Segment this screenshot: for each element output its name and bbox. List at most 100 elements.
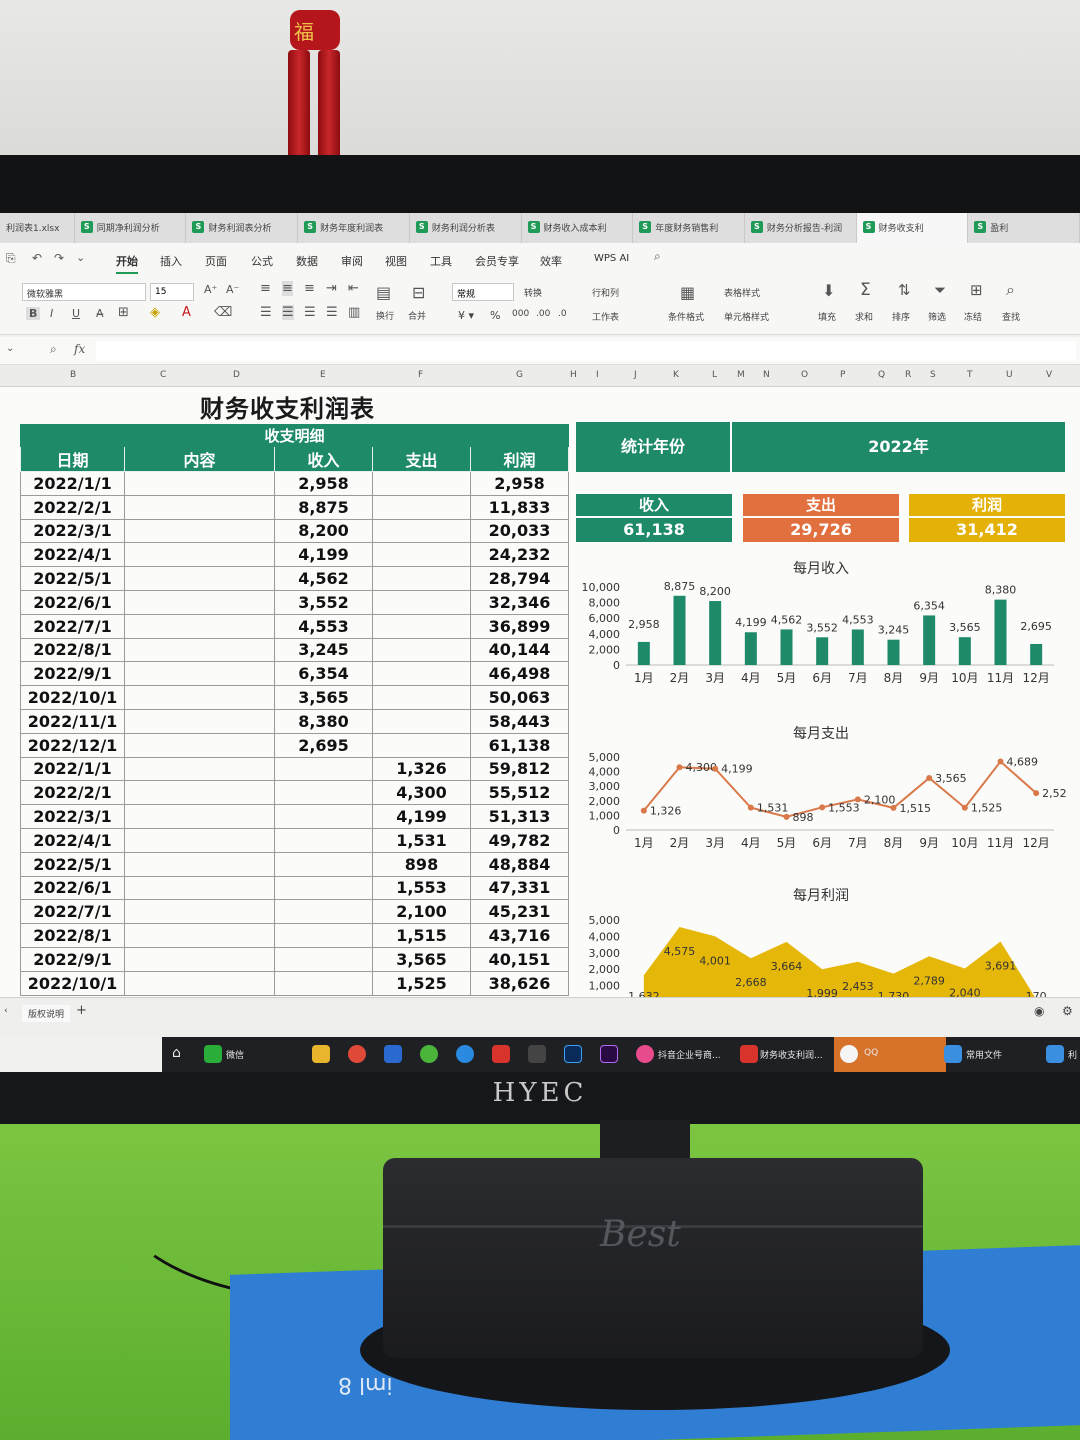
table-cell[interactable]: [274, 946, 373, 972]
table-cell[interactable]: 43,716: [470, 923, 569, 948]
filter-button[interactable]: 筛选: [928, 310, 946, 323]
table-cell[interactable]: 45,231: [470, 899, 569, 925]
row-col-button[interactable]: 行和列: [592, 286, 619, 299]
start-icon[interactable]: ⌂: [172, 1045, 181, 1061]
table-cell[interactable]: 2022/11/1: [20, 708, 125, 734]
table-cell[interactable]: 28,794: [470, 566, 569, 591]
douyin-icon[interactable]: [636, 1045, 654, 1063]
workbook-tab[interactable]: S 财务收入成本利: [522, 213, 634, 243]
table-cell[interactable]: 46,498: [470, 661, 569, 687]
table-cell[interactable]: 32,346: [470, 589, 569, 615]
sort-icon[interactable]: ⇅: [898, 281, 911, 299]
table-cell[interactable]: 3,565: [274, 685, 373, 710]
column-header[interactable]: K: [673, 370, 679, 380]
formula-input[interactable]: [96, 341, 1076, 361]
column-header[interactable]: G: [516, 370, 523, 380]
taskbar-douyin[interactable]: 抖音企业号商...: [658, 1048, 721, 1061]
find-button[interactable]: 查找: [1002, 310, 1020, 323]
table-cell[interactable]: 1,525: [372, 970, 471, 996]
eraser-icon[interactable]: ⌫: [214, 305, 232, 320]
photoshop-icon[interactable]: [564, 1045, 582, 1063]
taskbar-app[interactable]: 利: [1068, 1048, 1077, 1061]
table-cell[interactable]: [372, 708, 471, 734]
table-cell[interactable]: 59,812: [470, 756, 569, 782]
chrome-icon[interactable]: [348, 1045, 366, 1063]
table-cell[interactable]: 2,695: [274, 732, 373, 758]
browser-icon[interactable]: [420, 1045, 438, 1063]
column-header[interactable]: H: [570, 370, 577, 380]
table-cell[interactable]: [124, 613, 275, 639]
menu-formula[interactable]: 公式: [251, 253, 273, 269]
table-cell[interactable]: 2022/8/1: [20, 637, 125, 663]
strike-icon[interactable]: A̶: [96, 307, 104, 320]
table-cell[interactable]: [124, 780, 275, 806]
table-cell[interactable]: 2022/7/1: [20, 899, 125, 925]
align-middle-icon[interactable]: ≡: [282, 281, 293, 296]
table-cell[interactable]: 55,512: [470, 780, 569, 806]
taskbar-files[interactable]: 常用文件: [966, 1048, 1002, 1061]
menu-data[interactable]: 数据: [296, 253, 318, 269]
table-cell[interactable]: [124, 589, 275, 615]
table-cell[interactable]: [274, 875, 373, 901]
percent-icon[interactable]: %: [490, 309, 500, 322]
taskbar-qq-active[interactable]: QQ: [834, 1037, 946, 1072]
table-cell[interactable]: [124, 661, 275, 687]
table-cell[interactable]: [274, 780, 373, 806]
font-shrink-icon[interactable]: A⁻: [226, 283, 239, 296]
column-header[interactable]: L: [712, 370, 717, 380]
table-cell[interactable]: 1,553: [372, 875, 471, 901]
table-cell[interactable]: [124, 637, 275, 663]
table-cell[interactable]: [124, 923, 275, 948]
table-cell[interactable]: [274, 804, 373, 829]
zoom-icon[interactable]: ⌕: [50, 342, 57, 357]
add-sheet-button[interactable]: +: [76, 1003, 87, 1018]
column-header[interactable]: I: [596, 370, 599, 380]
merge-button[interactable]: 合并: [408, 309, 426, 322]
column-header[interactable]: U: [1006, 370, 1013, 380]
decrease-decimal-icon[interactable]: .0: [558, 309, 567, 319]
table-cell[interactable]: 4,199: [274, 542, 373, 568]
menu-tools[interactable]: 工具: [430, 253, 452, 269]
table-cell[interactable]: [124, 946, 275, 972]
menu-page[interactable]: 页面: [205, 253, 227, 269]
table-cell[interactable]: [124, 804, 275, 829]
table-cell[interactable]: 1,326: [372, 756, 471, 782]
table-cell[interactable]: 6,354: [274, 661, 373, 687]
sum-icon[interactable]: Σ: [860, 280, 871, 300]
files-icon[interactable]: [944, 1045, 962, 1063]
table-cell[interactable]: [274, 899, 373, 925]
app2-icon[interactable]: [1046, 1045, 1064, 1063]
column-header[interactable]: F: [418, 370, 423, 380]
worksheet-area[interactable]: 财务收支利润表 收支明细 日期 内容 收入 支出 利润 2022/1/1 2,958 2,9…: [0, 387, 1080, 997]
table-cell[interactable]: [124, 899, 275, 925]
column-header[interactable]: D: [233, 370, 240, 380]
table-cell[interactable]: 2022/6/1: [20, 589, 125, 615]
table-cell[interactable]: [124, 518, 275, 544]
table-cell[interactable]: 50,063: [470, 685, 569, 710]
table-cell[interactable]: 2022/9/1: [20, 946, 125, 972]
table-cell[interactable]: [372, 637, 471, 663]
table-cell[interactable]: [124, 566, 275, 591]
menu-review[interactable]: 审阅: [341, 253, 363, 269]
cell-style-button[interactable]: 单元格样式: [724, 310, 769, 323]
freeze-button[interactable]: 冻结: [964, 310, 982, 323]
table-cell[interactable]: [372, 471, 471, 496]
table-cell[interactable]: [372, 566, 471, 591]
align-center-icon[interactable]: ☰: [282, 305, 294, 320]
table-cell[interactable]: [372, 613, 471, 639]
table-cell[interactable]: 2022/1/1: [20, 471, 125, 496]
table-cell[interactable]: [124, 732, 275, 758]
name-box-dropdown-icon[interactable]: ⌄: [6, 343, 14, 354]
tool-icon[interactable]: [528, 1045, 546, 1063]
table-cell[interactable]: 3,245: [274, 637, 373, 663]
table-cell[interactable]: 38,626: [470, 970, 569, 996]
fill-button[interactable]: 填充: [818, 310, 836, 323]
table-cell[interactable]: [124, 471, 275, 496]
folder-icon[interactable]: [312, 1045, 330, 1063]
table-cell[interactable]: [274, 923, 373, 948]
menu-member[interactable]: 会员专享: [475, 253, 519, 269]
table-cell[interactable]: 4,199: [372, 804, 471, 829]
align-top-icon[interactable]: ≡: [260, 281, 271, 296]
menu-home[interactable]: 开始: [116, 253, 138, 274]
table-cell[interactable]: 2022/8/1: [20, 923, 125, 948]
